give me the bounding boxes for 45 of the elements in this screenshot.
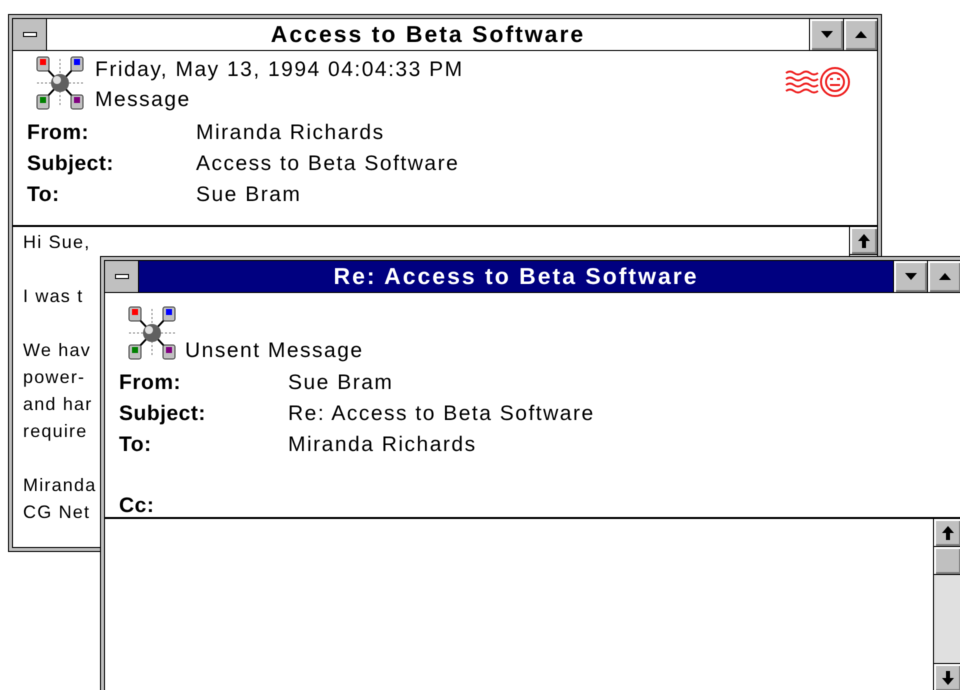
down-arrow-icon <box>942 670 954 684</box>
field-label: Cc: <box>119 492 156 519</box>
up-triangle-icon <box>938 272 950 280</box>
body-text-line: Hi Sue, <box>23 231 90 254</box>
down-triangle-icon <box>904 272 916 280</box>
body-text-line: power- <box>23 366 86 389</box>
field-value: Miranda Richards <box>196 120 385 146</box>
body-text-line: I was t <box>23 285 84 308</box>
field-value: Sue Bram <box>288 370 394 396</box>
body-text-line: We hav <box>23 339 91 362</box>
field-label: To: <box>119 432 153 458</box>
dash-icon <box>22 32 36 37</box>
message-status: Message <box>95 87 192 113</box>
field-value: Miranda Richards <box>288 432 477 458</box>
up-arrow-icon <box>858 234 870 248</box>
body-text-line: CG Net <box>23 501 90 524</box>
scroll-thumb[interactable] <box>934 547 960 575</box>
minimize-button[interactable] <box>809 19 843 50</box>
field-value: Access to Beta Software <box>196 150 460 177</box>
message-status: Unsent Message <box>185 339 364 363</box>
up-arrow-icon <box>942 526 954 540</box>
up-triangle-icon <box>854 30 866 38</box>
field-value: Sue Bram <box>196 182 302 208</box>
body-text-line: Miranda <box>23 474 96 497</box>
field-label: From: <box>119 370 182 396</box>
scroll-down-button[interactable] <box>934 663 960 690</box>
scroll-up-button[interactable] <box>850 227 877 255</box>
field-value: Re: Access to Beta Software <box>288 400 595 427</box>
field-label: To: <box>27 182 61 208</box>
field-label: From: <box>27 120 90 146</box>
field-label: Subject: <box>27 150 115 177</box>
minimize-button[interactable] <box>893 261 927 292</box>
dash-icon <box>114 274 128 279</box>
field-label: Subject: <box>119 400 207 427</box>
timestamp: Friday, May 13, 1994 04:04:33 PM <box>95 57 464 83</box>
maximize-button[interactable] <box>843 19 877 50</box>
scroll-up-button[interactable] <box>934 519 960 547</box>
maximize-button[interactable] <box>927 261 960 292</box>
body-text-line: and har <box>23 393 92 416</box>
system-menu-button[interactable] <box>13 19 47 50</box>
body-text-line: require <box>23 420 88 443</box>
down-triangle-icon <box>820 30 832 38</box>
system-menu-button[interactable] <box>105 261 139 292</box>
window-title: Access to Beta Software <box>270 20 586 50</box>
window-title: Re: Access to Beta Software <box>333 262 699 292</box>
